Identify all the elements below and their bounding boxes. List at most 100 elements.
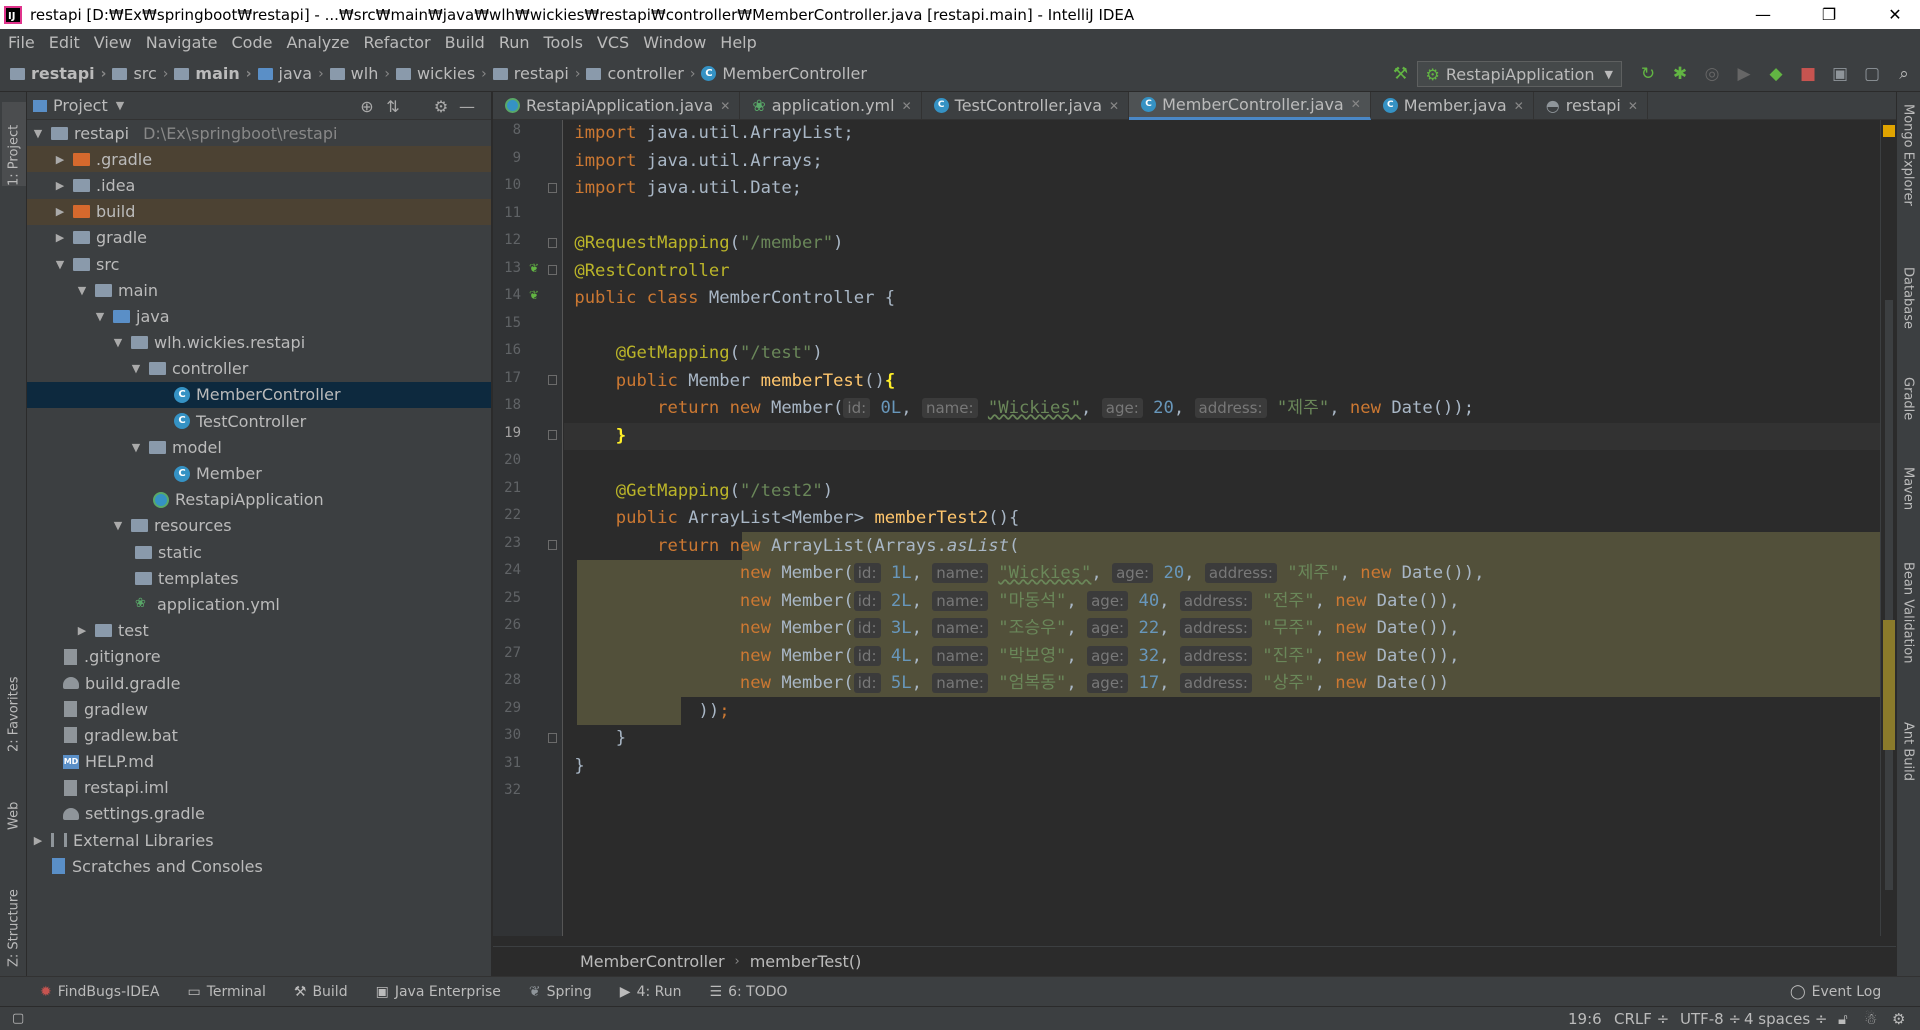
tab-web[interactable]: Web xyxy=(2,782,26,830)
nav-crumb-restapi-pkg[interactable]: restapi › xyxy=(492,64,580,83)
tab-restapiapplication-java[interactable]: RestapiApplication.java ✕ xyxy=(493,91,741,120)
tab-structure[interactable]: Z: Structure xyxy=(2,867,26,967)
build-hammer-icon[interactable]: ⚒ xyxy=(1390,63,1412,85)
tool-event-log[interactable]: ◯ Event Log xyxy=(1790,984,1881,1000)
expanded-arrow-icon[interactable]: ▼ xyxy=(129,441,143,454)
run-config-dropdown[interactable]: ⚙ RestapiApplication ▼ xyxy=(1416,61,1622,87)
minimize-button[interactable]: — xyxy=(1740,0,1786,29)
menu-analyze[interactable]: Analyze xyxy=(286,33,349,52)
cursor-position[interactable]: 19:6 xyxy=(1568,1010,1602,1028)
tree-item-testcontroller[interactable]: C TestController xyxy=(27,408,491,434)
menu-build[interactable]: Build xyxy=(445,33,485,52)
tree-item-external-libraries[interactable]: ▶ External Libraries xyxy=(27,827,491,853)
maximize-button[interactable]: ❐ xyxy=(1806,0,1852,29)
fold-marker-icon[interactable] xyxy=(548,733,557,743)
fold-marker-icon[interactable] xyxy=(548,430,557,440)
editor-scrollbar[interactable] xyxy=(1880,120,1896,936)
project-structure-icon[interactable]: ▣ xyxy=(1829,63,1851,85)
close-icon[interactable]: ✕ xyxy=(1109,99,1119,113)
memory-icon[interactable]: ⚙ xyxy=(1892,1010,1905,1028)
fold-marker-icon[interactable] xyxy=(548,238,557,248)
file-encoding[interactable]: UTF-8 ÷ xyxy=(1680,1010,1741,1028)
tree-item-static[interactable]: static xyxy=(27,539,491,565)
spring-bean-icon[interactable]: ❦ xyxy=(529,261,543,275)
collapsed-arrow-icon[interactable]: ▶ xyxy=(53,153,67,166)
tree-item-restapi-iml[interactable]: restapi.iml xyxy=(27,775,491,801)
expanded-arrow-icon[interactable]: ▼ xyxy=(31,127,45,140)
lock-icon[interactable]: 🔓︎ xyxy=(1838,1010,1848,1028)
fold-marker-icon[interactable] xyxy=(548,183,557,193)
tree-item-package[interactable]: ▼ wlh.wickies.restapi xyxy=(27,330,491,356)
line-separator[interactable]: CRLF ÷ xyxy=(1614,1010,1669,1028)
tab-favorites[interactable]: 2: Favorites xyxy=(2,662,26,752)
tree-item-restapi[interactable]: ▼ restapi D:\Ex\springboot\restapi xyxy=(27,120,491,146)
collapse-all-icon[interactable]: ⇅ xyxy=(383,96,403,116)
code-editor[interactable]: import java.util.ArrayList; import java.… xyxy=(564,120,1880,936)
indent-setting[interactable]: 4 spaces ÷ xyxy=(1744,1010,1827,1028)
nav-crumb-membercontroller[interactable]: C MemberController xyxy=(701,64,867,83)
tab-mongo-explorer[interactable]: Mongo Explorer xyxy=(1898,104,1918,224)
rerun-icon[interactable]: ↻ xyxy=(1637,63,1659,85)
tree-item-java[interactable]: ▼ java xyxy=(27,303,491,329)
menu-navigate[interactable]: Navigate xyxy=(146,33,218,52)
tab-database[interactable]: Database xyxy=(1898,267,1918,357)
nav-crumb-wickies[interactable]: wickies › xyxy=(395,64,487,83)
tab-testcontroller-java[interactable]: C TestController.java ✕ xyxy=(922,91,1130,120)
tab-bean-validation[interactable]: Bean Validation xyxy=(1898,562,1918,682)
expanded-arrow-icon[interactable]: ▼ xyxy=(129,362,143,375)
nav-crumb-restapi[interactable]: restapi › xyxy=(10,64,106,83)
menu-view[interactable]: View xyxy=(94,33,132,52)
spring-bean-icon[interactable]: ❦ xyxy=(529,288,543,302)
project-view-selector[interactable]: Project xyxy=(53,96,108,115)
tool-java-enterprise[interactable]: ▣ Java Enterprise xyxy=(376,984,501,1000)
tree-item-membercontroller[interactable]: C MemberController xyxy=(27,381,491,409)
inspector-icon[interactable]: ☃ xyxy=(1864,1010,1877,1028)
tab-member-java[interactable]: C Member.java ✕ xyxy=(1371,91,1534,120)
tab-ant-build[interactable]: Ant Build xyxy=(1898,722,1918,807)
hide-panel-icon[interactable]: — xyxy=(457,96,477,116)
toggle-tool-windows-icon[interactable]: ▢ xyxy=(12,1011,24,1026)
breadcrumb-method[interactable]: memberTest() xyxy=(750,952,862,971)
fold-marker-icon[interactable] xyxy=(548,540,557,550)
expanded-arrow-icon[interactable]: ▼ xyxy=(75,284,89,297)
gear-icon[interactable]: ⚙ xyxy=(431,96,451,116)
tree-item-help-md[interactable]: MD HELP.md xyxy=(27,749,491,775)
collapsed-arrow-icon[interactable]: ▶ xyxy=(53,231,67,244)
expanded-arrow-icon[interactable]: ▼ xyxy=(111,519,125,532)
menu-vcs[interactable]: VCS xyxy=(597,33,629,52)
tool-spring[interactable]: ❦ Spring xyxy=(529,984,592,1000)
menu-help[interactable]: Help xyxy=(720,33,756,52)
close-icon[interactable]: ✕ xyxy=(1351,97,1361,111)
run-coverage-icon[interactable]: ◎ xyxy=(1701,63,1723,85)
tree-item-src[interactable]: ▼ src xyxy=(27,251,491,277)
menu-refactor[interactable]: Refactor xyxy=(364,33,431,52)
nav-crumb-java[interactable]: java › xyxy=(257,64,324,83)
expanded-arrow-icon[interactable]: ▼ xyxy=(93,310,107,323)
tree-item-build[interactable]: ▶ build xyxy=(27,198,491,225)
tool-build[interactable]: ⚒ Build xyxy=(294,984,348,1000)
stop-icon[interactable]: ■ xyxy=(1797,63,1819,85)
tool-run[interactable]: ▶ 4: Run xyxy=(620,984,682,1000)
tab-membercontroller-java[interactable]: C MemberController.java ✕ xyxy=(1129,91,1371,120)
tab-maven[interactable]: Maven xyxy=(1898,467,1918,537)
tree-item-main[interactable]: ▼ main xyxy=(27,277,491,303)
nav-crumb-controller[interactable]: controller › xyxy=(586,64,695,83)
close-icon[interactable]: ✕ xyxy=(902,99,912,113)
close-icon[interactable]: ✕ xyxy=(720,99,730,113)
breadcrumb-class[interactable]: MemberController xyxy=(580,952,725,971)
tool-terminal[interactable]: ▭ Terminal xyxy=(187,984,265,1000)
fold-marker-icon[interactable] xyxy=(548,265,557,275)
tree-item-gradle[interactable]: ▶ gradle xyxy=(27,225,491,251)
tab-gradle[interactable]: Gradle xyxy=(1898,377,1918,457)
tree-item-resources[interactable]: ▼ resources xyxy=(27,513,491,539)
tree-item-model[interactable]: ▼ model xyxy=(27,434,491,460)
run-icon[interactable]: ▶ xyxy=(1733,63,1755,85)
tree-item-dotgradle[interactable]: ▶ .gradle xyxy=(27,146,491,173)
menu-edit[interactable]: Edit xyxy=(49,33,80,52)
tree-item-templates[interactable]: templates xyxy=(27,565,491,591)
collapsed-arrow-icon[interactable]: ▶ xyxy=(53,179,67,192)
fold-marker-icon[interactable] xyxy=(548,375,557,385)
menu-file[interactable]: File xyxy=(8,33,35,52)
tree-item-gradlew[interactable]: gradlew xyxy=(27,696,491,722)
tree-item-controller[interactable]: ▼ controller xyxy=(27,356,491,382)
